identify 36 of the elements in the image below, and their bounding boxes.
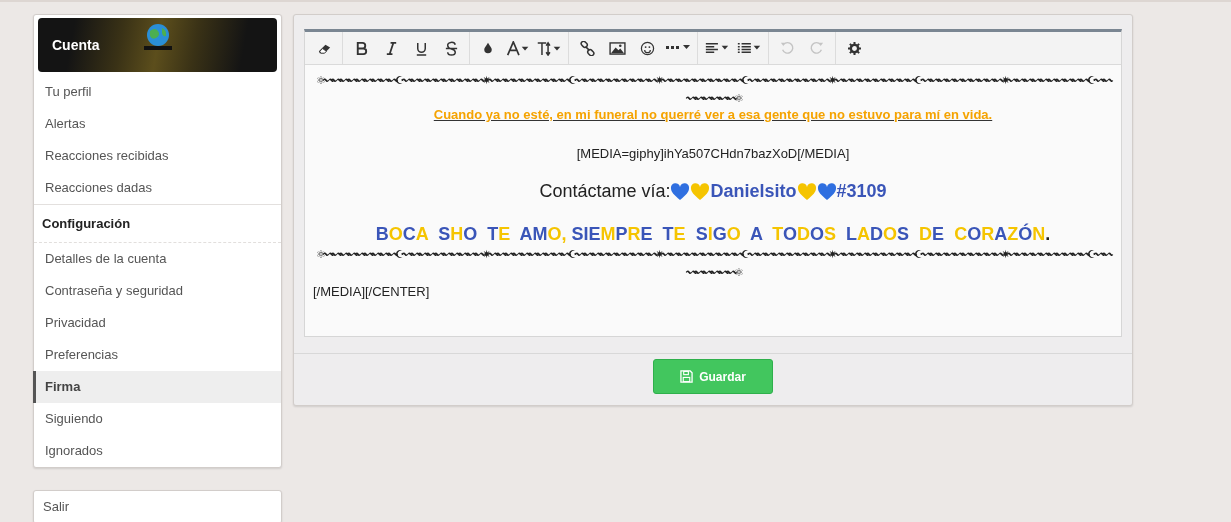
drop-icon (482, 41, 494, 55)
sidebar-item[interactable]: Firma (33, 371, 281, 403)
sidebar-item[interactable]: Contraseña y seguridad (33, 275, 281, 307)
sidebar-item[interactable]: Reacciones recibidas (33, 140, 281, 172)
sidebar-item[interactable]: Siguiendo (33, 403, 281, 435)
font-caret-icon (506, 40, 530, 56)
undo-icon (780, 41, 794, 55)
text-size-icon (536, 40, 562, 56)
align-left-icon (704, 41, 730, 55)
sidebar-item[interactable]: Tu perfil (33, 76, 281, 108)
redo-icon (810, 41, 824, 55)
smiley-icon (639, 40, 655, 56)
list-icon (736, 41, 762, 55)
settings-icon (847, 41, 861, 55)
banner-title: Cuenta (52, 37, 100, 53)
section-heading: Configuración (41, 215, 132, 233)
image-icon (608, 41, 626, 55)
bbcode-text: [/MEDIA][/CENTER] (313, 284, 431, 299)
sidebar-item[interactable]: Privacidad (33, 307, 281, 339)
ornament-line: ⚛〰〰〰〰〰〰〰〰〰☪〰〰〰〰〰〰〰〰〰〰✷〰〰〰〰〰〰〰〰〰〰☪〰〰〰〰〰〰〰〰〰〰✷〰〰〰〰〰〰〰〰〰〰☪〰〰〰〰〰〰〰〰〰〰✷〰〰〰〰〰〰〰〰〰〰☪〰〰〰〰〰〰〰〰〰〰✷〰〰〰〰〰〰〰〰〰〰☪〰〰〰〰〰〰〰〰⚛ (315, 73, 1111, 106)
contact-tag: #3109 (836, 181, 887, 202)
sidebar-item[interactable]: Preferencias (33, 339, 281, 371)
contact-label: Contáctame vía: (539, 181, 671, 202)
logout-link[interactable]: Salir (33, 490, 282, 522)
strikethrough-icon (443, 40, 459, 56)
sidebar-item[interactable]: Detalles de la cuenta (33, 243, 281, 275)
bbcode-text: [MEDIA=giphy]ihYa507CHdn7bazXoD[/MEDIA] (575, 146, 851, 161)
sidebar-item[interactable]: Reacciones dadas (33, 172, 281, 204)
colored-slogan: BOCA SHO TE AMO, SIEMPRE TE SIGO A TODOS LADOS DE CORAZÓN. (374, 224, 1052, 245)
text-editor[interactable] (304, 29, 1122, 337)
link-icon (579, 40, 595, 56)
sidebar-item[interactable]: Alertas (33, 108, 281, 140)
ornament-line: ⚛〰〰〰〰〰〰〰〰〰☪〰〰〰〰〰〰〰〰〰〰✷〰〰〰〰〰〰〰〰〰〰☪〰〰〰〰〰〰〰〰〰〰✷〰〰〰〰〰〰〰〰〰〰☪〰〰〰〰〰〰〰〰〰〰✷〰〰〰〰〰〰〰〰〰〰☪〰〰〰〰〰〰〰〰〰〰✷〰〰〰〰〰〰〰〰〰〰☪〰〰〰〰〰〰〰〰⚛ (315, 247, 1111, 280)
quote-text: Cuando ya no esté, en mi funeral no querré ver a esa gente que no estuvo para mí en vida. (432, 107, 994, 122)
contact-name: Danielsito (710, 181, 797, 202)
sidebar-item[interactable]: Ignorados (33, 435, 281, 467)
